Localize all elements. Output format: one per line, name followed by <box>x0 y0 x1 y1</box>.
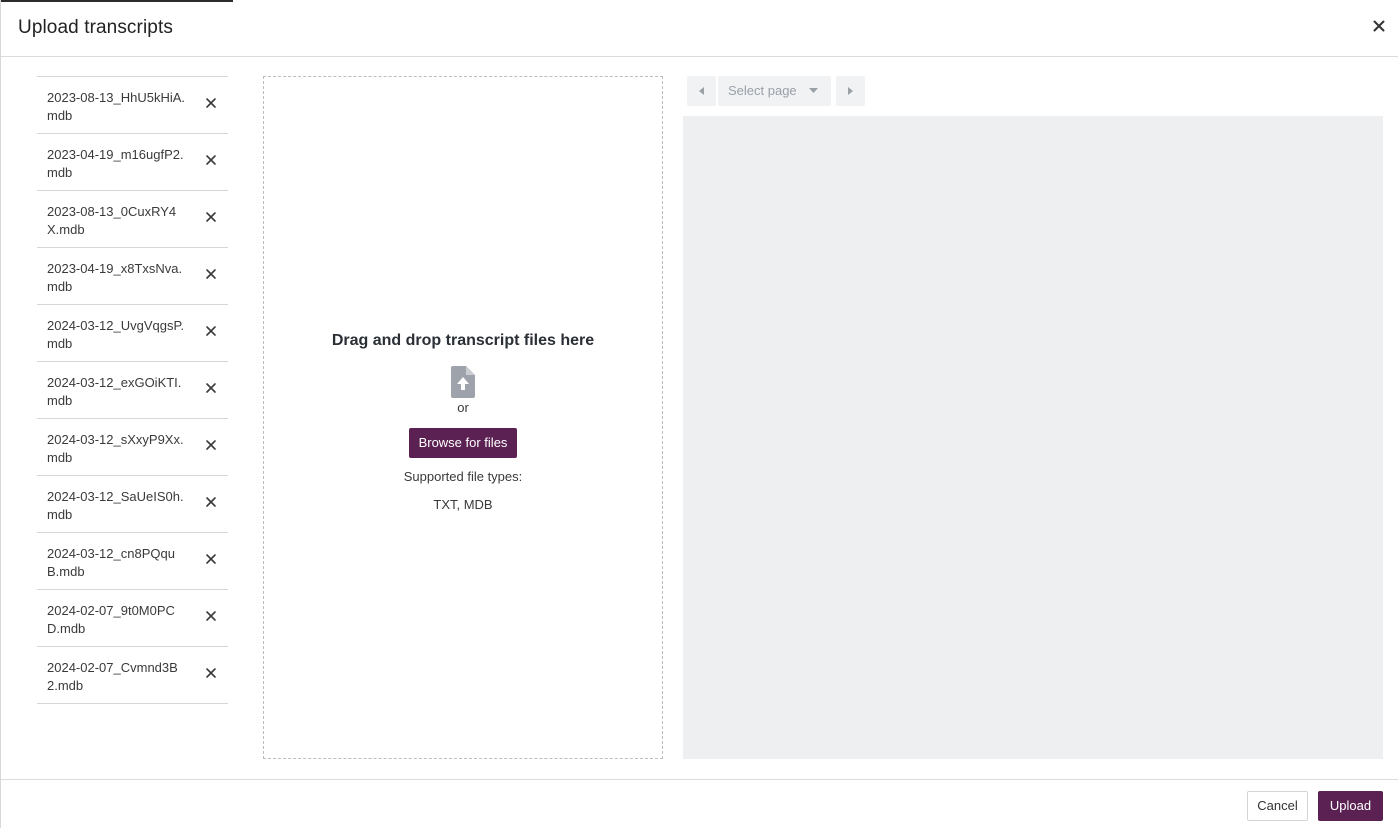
file-name: 2023-08-13_HhU5kHiA.mdb <box>47 90 186 123</box>
remove-file-icon[interactable] <box>204 324 218 338</box>
file-name: 2024-02-07_Cvmnd3B2.mdb <box>47 660 178 693</box>
supported-types-label: Supported file types: <box>403 469 523 484</box>
remove-file-icon[interactable] <box>204 267 218 281</box>
file-list-item: 2024-03-12_UvgVqgsP.mdb <box>37 305 228 362</box>
file-list-item: 2024-03-12_sXxyP9Xx.mdb <box>37 419 228 476</box>
previous-page-button[interactable] <box>687 76 716 106</box>
file-list-item: 2024-03-12_exGOiKTI.mdb <box>37 362 228 419</box>
close-icon[interactable] <box>1369 16 1389 36</box>
dialog-title: Upload transcripts <box>18 17 173 38</box>
remove-file-icon[interactable] <box>204 609 218 623</box>
remove-file-icon[interactable] <box>204 552 218 566</box>
file-name: 2023-08-13_0CuxRY4X.mdb <box>47 204 177 237</box>
file-name: 2024-03-12_UvgVqgsP.mdb <box>47 318 185 351</box>
browse-files-button[interactable]: Browse for files <box>408 428 518 458</box>
remove-file-icon[interactable] <box>204 381 218 395</box>
dropzone-title: Drag and drop transcript files here <box>331 332 595 349</box>
file-name: 2024-03-12_cn8PQquB.mdb <box>47 546 175 579</box>
file-name: 2023-04-19_x8TxsNva.mdb <box>47 261 183 294</box>
file-name: 2024-02-07_9t0M0PCD.mdb <box>47 603 175 636</box>
file-name: 2024-03-12_exGOiKTI.mdb <box>47 375 182 408</box>
file-list-item: 2024-03-12_SaUeIS0h.mdb <box>37 476 228 533</box>
upload-button[interactable]: Upload <box>1318 791 1383 821</box>
supported-types-value: TXT, MDB <box>433 497 493 512</box>
file-name: 2024-03-12_SaUeIS0h.mdb <box>47 489 184 522</box>
preview-panel <box>683 116 1383 759</box>
caret-down-icon <box>809 88 818 93</box>
dialog-header: Upload transcripts <box>1 0 1398 57</box>
file-list-item: 2023-08-13_0CuxRY4X.mdb <box>37 191 228 248</box>
file-list-item: 2023-08-13_HhU5kHiA.mdb <box>37 77 228 134</box>
dropzone-content: Drag and drop transcript files here or B… <box>264 332 662 513</box>
file-list-item: 2023-04-19_m16ugfP2.mdb <box>37 134 228 191</box>
dropzone[interactable]: Drag and drop transcript files here or B… <box>263 76 663 759</box>
file-name: 2023-04-19_m16ugfP2.mdb <box>47 147 184 180</box>
caret-left-icon <box>699 87 704 95</box>
remove-file-icon[interactable] <box>204 153 218 167</box>
file-name: 2024-03-12_sXxyP9Xx.mdb <box>47 432 184 465</box>
upload-transcripts-dialog: Upload transcripts 2023-08-13_HhU5kHiA.m… <box>0 0 1398 828</box>
file-list-item: 2024-02-07_9t0M0PCD.mdb <box>37 590 228 647</box>
remove-file-icon[interactable] <box>204 495 218 509</box>
cancel-button[interactable]: Cancel <box>1247 791 1308 821</box>
page-select[interactable]: Select page <box>718 76 831 106</box>
file-list: 2023-08-13_HhU5kHiA.mdb 2023-04-19_m16ugf… <box>37 76 228 704</box>
remove-file-icon[interactable] <box>204 96 218 110</box>
dialog-footer: Cancel Upload <box>1 779 1398 828</box>
file-list-item: 2024-03-12_cn8PQquB.mdb <box>37 533 228 590</box>
or-label: or <box>457 400 469 415</box>
caret-right-icon <box>848 87 853 95</box>
next-page-button[interactable] <box>836 76 865 106</box>
file-list-item: 2024-02-07_Cvmnd3B2.mdb <box>37 647 228 704</box>
remove-file-icon[interactable] <box>204 666 218 680</box>
remove-file-icon[interactable] <box>204 438 218 452</box>
file-list-item: 2023-04-19_x8TxsNva.mdb <box>37 248 228 305</box>
remove-file-icon[interactable] <box>204 210 218 224</box>
file-upload-icon <box>451 366 475 398</box>
page-select-placeholder: Select page <box>728 83 797 98</box>
